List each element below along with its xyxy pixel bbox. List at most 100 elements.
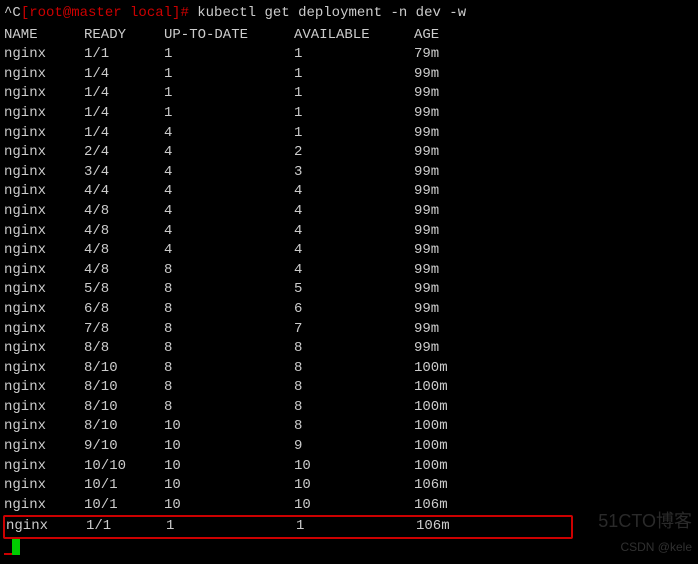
cell-ready: 8/10 [84,378,164,398]
cell-name: nginx [4,261,84,281]
cell-ready: 4/8 [84,202,164,222]
cell-available: 4 [294,241,414,261]
cell-ready: 6/8 [84,300,164,320]
cell-age: 99m [414,124,474,144]
cell-ready: 1/4 [84,124,164,144]
cell-name: nginx [4,417,84,437]
cell-ready: 10/10 [84,457,164,477]
table-row: nginx2/44299m [4,143,694,163]
cell-ready: 8/8 [84,339,164,359]
cell-name: nginx [4,163,84,183]
cell-age: 99m [414,182,474,202]
cell-uptodate: 10 [164,496,294,516]
cell-uptodate: 8 [164,359,294,379]
table-row: nginx10/11010106m [4,476,694,496]
cell-uptodate: 8 [164,320,294,340]
cell-available: 4 [294,261,414,281]
table-row: nginx5/88599m [4,280,694,300]
cell-age: 99m [414,320,474,340]
cursor-block [12,539,20,555]
cell-available: 1 [294,45,414,65]
cell-age: 99m [414,339,474,359]
cursor-underline [4,553,12,555]
table-row: nginx10/11010106m [4,496,694,516]
cell-name: nginx [4,437,84,457]
cell-available: 8 [294,398,414,418]
cell-age: 106m [414,476,474,496]
header-available: AVAILABLE [294,26,414,46]
cell-age: 99m [414,84,474,104]
cell-ready: 4/8 [84,222,164,242]
cell-age: 99m [414,163,474,183]
cell-available: 1 [296,517,416,537]
cell-uptodate: 8 [164,339,294,359]
cell-ready: 8/10 [84,359,164,379]
cell-available: 4 [294,182,414,202]
cell-age: 100m [414,398,474,418]
cell-available: 9 [294,437,414,457]
cell-age: 99m [414,300,474,320]
cell-uptodate: 10 [164,476,294,496]
cell-name: nginx [4,280,84,300]
cell-age: 100m [414,378,474,398]
cell-age: 99m [414,222,474,242]
table-row: nginx8/88899m [4,339,694,359]
cell-uptodate: 1 [164,65,294,85]
cell-name: nginx [4,457,84,477]
cell-uptodate: 8 [164,261,294,281]
cell-name: nginx [4,104,84,124]
cell-ready: 3/4 [84,163,164,183]
cell-available: 1 [294,104,414,124]
cell-available: 8 [294,339,414,359]
table-row: nginx1/41199m [4,84,694,104]
table-row: nginx4/84499m [4,241,694,261]
table-row: nginx8/1088100m [4,359,694,379]
table-row: nginx6/88699m [4,300,694,320]
header-name: NAME [4,26,84,46]
table-row: nginx9/10109100m [4,437,694,457]
cell-uptodate: 1 [164,84,294,104]
table-row: nginx1/41199m [4,65,694,85]
cell-name: nginx [4,45,84,65]
cell-name: nginx [4,359,84,379]
cell-name: nginx [4,496,84,516]
cell-available: 3 [294,163,414,183]
cell-name: nginx [4,339,84,359]
table-row: nginx3/44399m [4,163,694,183]
cell-ready: 7/8 [84,320,164,340]
cell-available: 1 [294,84,414,104]
cell-uptodate: 8 [164,300,294,320]
table-row: nginx8/1088100m [4,398,694,418]
cell-age: 106m [414,496,474,516]
cell-uptodate: 10 [164,437,294,457]
cell-available: 8 [294,417,414,437]
cell-available: 8 [294,378,414,398]
header-uptodate: UP-TO-DATE [164,26,294,46]
cell-ready: 1/4 [84,84,164,104]
cell-name: nginx [4,222,84,242]
table-row: nginx8/1088100m [4,378,694,398]
cell-available: 10 [294,496,414,516]
cell-uptodate: 4 [164,143,294,163]
table-row: nginx4/84499m [4,202,694,222]
cell-uptodate: 4 [164,222,294,242]
cell-uptodate: 10 [164,417,294,437]
cell-uptodate: 4 [164,182,294,202]
table-row: nginx1/41199m [4,104,694,124]
table-row: nginx8/10108100m [4,417,694,437]
cell-age: 99m [414,143,474,163]
cell-uptodate: 8 [164,280,294,300]
cell-ready: 4/4 [84,182,164,202]
cell-available: 1 [294,65,414,85]
cell-available: 4 [294,202,414,222]
cursor-line [4,539,694,555]
cell-uptodate: 4 [164,163,294,183]
cell-age: 99m [414,280,474,300]
cell-ready: 8/10 [84,417,164,437]
cell-ready: 4/8 [84,261,164,281]
cell-ready: 1/1 [86,517,166,537]
table-row: nginx1/11179m [4,45,694,65]
table-row: nginx4/44499m [4,182,694,202]
cell-uptodate: 4 [164,241,294,261]
cell-uptodate: 1 [164,104,294,124]
